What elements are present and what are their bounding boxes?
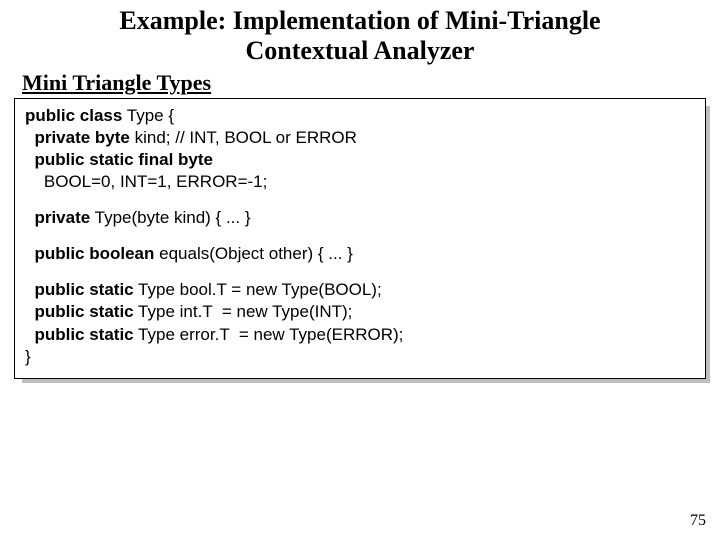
blank-line <box>25 193 695 207</box>
code-line: private byte kind; // INT, BOOL or ERROR <box>25 127 695 149</box>
code-box-inner: public class Type { private byte kind; /… <box>14 98 706 379</box>
code-box: public class Type { private byte kind; /… <box>14 98 706 379</box>
code-line: public static Type bool.T = new Type(BOO… <box>25 279 695 301</box>
code-line: } <box>25 346 695 368</box>
blank-line <box>25 229 695 243</box>
code-line: public class Type { <box>25 105 695 127</box>
code-line: public static Type int.T = new Type(INT)… <box>25 301 695 323</box>
code-line: public static final byte <box>25 149 695 171</box>
section-heading: Mini Triangle Types <box>22 70 720 96</box>
code-line: private Type(byte kind) { ... } <box>25 207 695 229</box>
page-number: 75 <box>690 512 706 530</box>
blank-line <box>25 265 695 279</box>
title-line-1: Example: Implementation of Mini-Triangle <box>119 6 600 35</box>
code-line: public static Type error.T = new Type(ER… <box>25 324 695 346</box>
code-line: BOOL=0, INT=1, ERROR=-1; <box>25 171 695 193</box>
title-line-2: Contextual Analyzer <box>246 36 475 65</box>
code-line: public boolean equals(Object other) { ..… <box>25 243 695 265</box>
slide-title: Example: Implementation of Mini-Triangle… <box>0 0 720 68</box>
